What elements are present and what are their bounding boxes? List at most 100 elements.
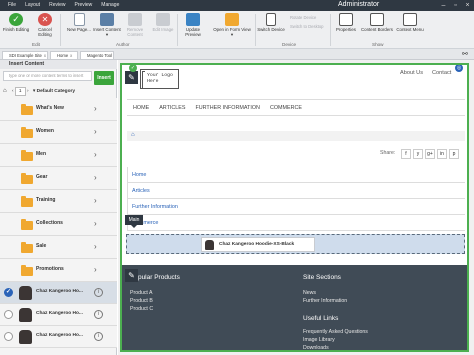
category-item[interactable]: Training › bbox=[0, 190, 117, 213]
pinterest-icon[interactable]: p bbox=[449, 149, 459, 159]
chevron-right-icon[interactable]: › bbox=[94, 173, 97, 182]
chevron-right-icon[interactable]: › bbox=[94, 242, 97, 251]
content-drop-zone[interactable]: Chaz Kangeroo Hoodie-XS-Black bbox=[126, 234, 465, 254]
inserted-product-card[interactable]: Chaz Kangeroo Hoodie-XS-Black bbox=[201, 237, 315, 252]
menu-preview[interactable]: Preview bbox=[74, 2, 92, 8]
home-icon[interactable]: ⌂ bbox=[3, 88, 7, 94]
edit-pencil-icon[interactable]: ✎ bbox=[125, 269, 138, 282]
selected-check-icon[interactable]: ✓ bbox=[4, 288, 13, 297]
content-search-input[interactable]: type one or more content terms to insert bbox=[3, 71, 92, 81]
category-item[interactable]: Sale › bbox=[0, 236, 117, 259]
page-preview[interactable]: ✓ ◎ ✎ Your Logo Here About Us Contact HO… bbox=[120, 63, 469, 352]
footer-link[interactable]: Frequently Asked Questions bbox=[303, 329, 368, 335]
nav-articles[interactable]: ARTICLES bbox=[159, 100, 185, 115]
footer-link[interactable]: Product A bbox=[130, 290, 153, 296]
remove-content-button[interactable]: Remove Content bbox=[121, 13, 149, 37]
page-up-icon[interactable]: › bbox=[27, 89, 29, 94]
content-borders-button[interactable]: Content Borders bbox=[360, 13, 394, 32]
tab-site[interactable]: SDI Example Site x bbox=[2, 51, 48, 59]
chevron-right-icon[interactable]: › bbox=[94, 219, 97, 228]
category-dropdown-icon[interactable]: ▾ bbox=[33, 89, 35, 94]
open-form-view-button[interactable]: Open in Form View ▾ bbox=[212, 13, 252, 37]
page-down-icon[interactable]: ‹ bbox=[12, 89, 14, 94]
product-item[interactable]: ✓ Chaz Kangeroo Ho... i bbox=[0, 282, 117, 304]
footer-link[interactable]: Image Library bbox=[303, 337, 335, 343]
tab-close-icon[interactable]: x bbox=[44, 53, 46, 58]
linkedin-icon[interactable]: in bbox=[437, 149, 447, 159]
edit-image-button[interactable]: Edit Image bbox=[149, 13, 177, 32]
close-icon[interactable]: × bbox=[464, 2, 471, 9]
chevron-right-icon[interactable]: › bbox=[94, 150, 97, 159]
rotate-device-button[interactable]: Rotate Device bbox=[290, 15, 316, 20]
insert-button[interactable]: Insert bbox=[94, 71, 114, 85]
twitter-icon[interactable]: y bbox=[413, 149, 423, 159]
edit-pencil-icon[interactable]: ✎ bbox=[125, 71, 138, 84]
category-item[interactable]: What's New › bbox=[0, 98, 117, 121]
nav-further-information[interactable]: FURTHER INFORMATION bbox=[195, 100, 259, 115]
category-item[interactable]: Collections › bbox=[0, 213, 117, 236]
page-number[interactable]: 1 bbox=[14, 87, 26, 96]
about-us-link[interactable]: About Us bbox=[400, 70, 423, 76]
tab-magento-tool[interactable]: Magento Toolx bbox=[80, 51, 114, 59]
footer-link[interactable]: Downloads bbox=[303, 345, 329, 350]
info-icon[interactable]: i bbox=[94, 332, 103, 341]
context-menu-button[interactable]: Context Menu bbox=[394, 13, 426, 32]
switch-device-button[interactable]: Switch Device bbox=[257, 13, 285, 32]
tab-home[interactable]: Home x bbox=[50, 51, 78, 59]
menu-review[interactable]: Review bbox=[49, 2, 65, 8]
insert-content-button[interactable]: Insert Content ▾ bbox=[93, 13, 121, 37]
category-item[interactable]: Women › bbox=[0, 121, 117, 144]
footer-link[interactable]: Product C bbox=[130, 306, 153, 312]
sidenav-articles[interactable]: Articles bbox=[127, 183, 465, 199]
tab-close-icon[interactable]: x bbox=[70, 53, 72, 58]
nav-commerce[interactable]: COMMERCE bbox=[270, 100, 302, 115]
link-icon[interactable]: ⚯ bbox=[462, 50, 468, 58]
product-item[interactable]: Chaz Kangeroo Ho... i bbox=[0, 326, 117, 348]
category-item[interactable]: Promotions › bbox=[0, 259, 117, 282]
main-region-tag[interactable]: Main bbox=[125, 215, 143, 228]
nav-home[interactable]: HOME bbox=[133, 100, 149, 115]
cancel-editing-button[interactable]: ✕ Cancel Editing bbox=[31, 13, 59, 37]
finish-editing-label: Finish Editing bbox=[2, 27, 30, 32]
category-name[interactable]: Default Category bbox=[37, 89, 75, 94]
chevron-right-icon[interactable]: › bbox=[94, 127, 97, 136]
minimize-icon[interactable]: – bbox=[440, 2, 447, 9]
new-page-button[interactable]: New Page... bbox=[65, 13, 93, 32]
insert-content-panel: Insert Content type one or more content … bbox=[0, 60, 117, 355]
info-icon[interactable]: i bbox=[94, 288, 103, 297]
sidenav-further-information[interactable]: Further Information bbox=[127, 199, 465, 215]
category-item[interactable]: Gear › bbox=[0, 167, 117, 190]
footer-link[interactable]: News bbox=[303, 290, 316, 296]
contact-link[interactable]: Contact bbox=[432, 70, 451, 76]
radio-icon[interactable] bbox=[4, 332, 13, 341]
switch-desktop-button[interactable]: Switch to Desktop bbox=[290, 24, 324, 29]
google-plus-icon[interactable]: g+ bbox=[425, 149, 435, 159]
info-icon[interactable]: i bbox=[94, 310, 103, 319]
settings-badge-icon[interactable]: ◎ bbox=[455, 65, 463, 72]
group-edit-label: Edit bbox=[32, 42, 40, 47]
menu-layout[interactable]: Layout bbox=[25, 2, 40, 8]
folder-icon bbox=[21, 219, 33, 230]
sidenav-commerce[interactable]: Commerce bbox=[127, 215, 465, 231]
footer-link[interactable]: Further Information bbox=[303, 298, 347, 304]
properties-button[interactable]: Properties bbox=[332, 13, 360, 32]
menu-file[interactable]: File bbox=[8, 2, 16, 8]
radio-icon[interactable] bbox=[4, 310, 13, 319]
chevron-right-icon[interactable]: › bbox=[94, 104, 97, 113]
footer-link[interactable]: Product B bbox=[130, 298, 153, 304]
user-name[interactable]: Administrator bbox=[338, 1, 379, 8]
restore-icon[interactable]: ▫ bbox=[452, 2, 459, 9]
chevron-right-icon[interactable]: › bbox=[94, 196, 97, 205]
menu-manage[interactable]: Manage bbox=[101, 2, 119, 8]
chevron-right-icon[interactable]: › bbox=[94, 265, 97, 274]
ribbon-separator bbox=[330, 14, 331, 46]
top-menu-bar: File Layout Review Preview Manage Admini… bbox=[0, 0, 474, 11]
product-item[interactable]: Chaz Kangeroo Ho... i bbox=[0, 304, 117, 326]
update-preview-button[interactable]: Update Preview bbox=[179, 13, 207, 37]
category-label: Promotions bbox=[36, 266, 64, 272]
finish-editing-button[interactable]: ✓ Finish Editing bbox=[2, 13, 30, 32]
home-icon[interactable]: ⌂ bbox=[131, 132, 135, 138]
sidenav-home[interactable]: Home bbox=[127, 167, 465, 183]
facebook-icon[interactable]: f bbox=[401, 149, 411, 159]
category-item[interactable]: Men › bbox=[0, 144, 117, 167]
